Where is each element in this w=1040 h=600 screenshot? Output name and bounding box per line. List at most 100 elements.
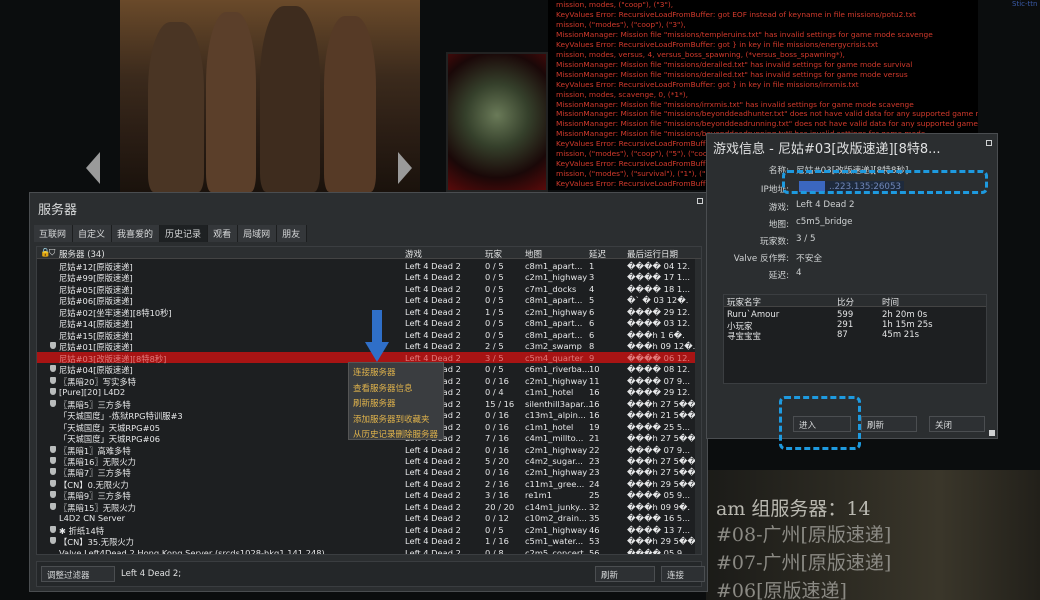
console-line: MissionManager: Mission file "missions/b… [556,109,978,119]
game-poster [120,0,420,192]
tab-1[interactable]: 自定义 [73,225,113,242]
cell-players: 7 / 16 [485,433,509,444]
cell-players: 3 / 16 [485,490,509,501]
filter-bar: 调整过滤器 Left 4 Dead 2; 刷新 连接 [36,561,705,587]
table-row[interactable]: 尼姑#05[原版速递] Left 4 Dead 20 / 5 c7m1_docks 4… [37,283,697,295]
cell-date: ���h 29 5��. [627,536,699,547]
column-last-played[interactable]: 最后运行日期 [627,248,678,260]
tab-3[interactable]: 历史记录 [160,225,209,242]
cell-date: ���� 29 12. [627,306,691,317]
pointer-arrow-icon [365,310,389,362]
cell-ping: 6 [589,306,595,317]
column-time[interactable]: 时间 [882,296,899,308]
field-label: 名称: [768,166,789,176]
cell-map: c2m1_highway [525,375,588,386]
tab-6[interactable]: 朋友 [277,225,308,242]
close-icon[interactable] [986,140,992,146]
column-ping[interactable]: 延迟 [589,248,606,260]
player-row[interactable]: Ruru`Amour 599 2h 20m 0s [724,310,986,320]
console-line: MissionManager: Mission file "missions/i… [556,99,914,109]
table-row[interactable]: 〖黑暗1〗高难多特 Left 4 Dead 20 / 16 c2m1_highway… [37,444,697,456]
column-server[interactable]: 服务器 (34) [59,248,105,260]
cell-players: 0 / 5 [485,283,504,294]
table-row[interactable]: 〖黑暗15〗无限火力 Left 4 Dead 2 20 / 20 c14m1_junk… [37,501,697,513]
tab-4[interactable]: 观看 [208,225,239,242]
cell-game: Left 4 Dead 2 [405,306,461,317]
table-row[interactable]: ✱ 折纸14特 Left 4 Dead 20 / 5 c2m1_highway 46 �… [37,524,697,536]
player-time: 2h 20m 0s [882,310,928,320]
table-row[interactable]: 尼姑#99[原版速递] Left 4 Dead 20 / 5 c2m1_highwa… [37,271,697,283]
cell-game: Left 4 Dead 2 [405,490,461,501]
field-value: 4 [796,268,802,278]
table-row[interactable]: 〖黑暗16〗无限火力 Left 4 Dead 25 / 20 c4m2_sugar.… [37,455,699,467]
close-icon[interactable] [697,198,703,204]
cell-date: ���� 06 12. [627,352,691,363]
bg-line: #08-广州[原版速递] [716,524,892,546]
cell-players: 0 / 5 [485,364,504,375]
table-row[interactable]: L4D2 CN Server Left 4 Dead 2 0 / 12 c10m2_d… [37,512,697,524]
column-map[interactable]: 地图 [525,248,542,260]
tab-0[interactable]: 互联网 [34,225,74,242]
console-line: KeyValues Error: RecursiveLoadFromBuffer… [556,39,879,49]
vac-shield-icon [50,365,56,373]
player-row[interactable]: 寻宝宝宝 87 45m 21s [724,330,986,342]
console-line: MissionManager: Mission file "missions/d… [556,69,908,79]
cell-ping: 3 [589,272,595,283]
player-header: 玩家名字 比分 时间 [724,295,986,308]
column-score[interactable]: 比分 [837,296,854,308]
table-row[interactable]: 【CN】0.无限火力 Left 4 Dead 22 / 16 c11m1_gree.… [37,478,699,490]
menu-item[interactable]: 从历史记录删除服务器 [349,425,443,441]
cell-date: ���� 03 12. [627,318,691,329]
table-row[interactable]: 〖黑暗7〗三方多特 Left 4 Dead 20 / 16 c2m1_highway… [37,466,699,478]
vac-shield-icon [50,456,56,464]
cell-game: Left 4 Dead 2 [405,547,461,555]
cell-ping: 16 [589,398,600,409]
field-label: 玩家数: [760,237,789,247]
cell-ping: 10 [589,364,600,375]
vac-shield-icon [50,445,56,453]
cell-ping: 21 [589,433,600,444]
carousel-left-icon[interactable] [86,152,100,184]
list-scrollbar[interactable] [695,259,701,554]
table-row[interactable]: 尼姑#06[原版速递] Left 4 Dead 20 / 5 c8m1_apart.… [37,294,697,306]
menu-item[interactable]: 添加服务器到收藏夹 [349,410,443,426]
cell-date: ���� 13 7... [627,524,691,535]
player-list[interactable]: 玩家名字 比分 时间 Ruru`Amour 599 2h 20m 0s 小玩家 291 1… [723,294,987,384]
cell-map: c8m1_apart... [525,318,583,329]
refresh-button[interactable]: 刷新 [595,566,655,582]
console-line: mission, ("modes"), ("coop"), ("3"), [556,19,686,29]
menu-item[interactable]: 刷新服务器 [349,394,443,410]
cell-map: c11m1_gree... [525,478,585,489]
resize-grip-icon[interactable] [989,430,995,436]
cell-ping: 24 [589,478,600,489]
connect-button[interactable]: 连接 [661,566,705,582]
menu-item[interactable]: 查看服务器信息 [349,379,443,395]
cell-game: Left 4 Dead 2 [405,329,461,340]
tab-5[interactable]: 局域网 [238,225,278,242]
column-players[interactable]: 玩家 [485,248,502,260]
refresh-button[interactable]: 刷新 [861,416,917,432]
vac-shield-icon [50,468,56,476]
carousel-right-icon[interactable] [398,152,412,184]
column-game[interactable]: 游戏 [405,248,422,260]
cell-map: re1m1 [525,490,552,501]
cell-ping: 53 [589,536,600,547]
column-player-name[interactable]: 玩家名字 [727,296,761,308]
cell-game: Left 4 Dead 2 [405,295,461,306]
table-row[interactable]: 〖黑暗9〗三方多特 Left 4 Dead 23 / 16 re1m1 25 ���� … [37,489,697,501]
table-row[interactable]: Valve Left4Dead 2 Hong Kong Server (srcd… [37,547,697,555]
menu-item[interactable]: 连接服务器 [349,363,443,379]
bottom-background: am 组服务器：14 #08-广州[原版速递] #07-广州[原版速递] #06… [706,470,1040,600]
filter-button[interactable]: 调整过滤器 [41,566,115,582]
table-row[interactable]: 尼姑#12[原版速递] Left 4 Dead 20 / 5 c8m1_apart.… [37,260,697,272]
cell-ping: 6 [589,318,595,329]
close-button[interactable]: 关闭 [929,416,985,432]
vac-shield-icon [50,537,56,545]
tab-2[interactable]: 我喜爱的 [112,225,161,242]
field-value: Left 4 Dead 2 [796,200,855,210]
player-row[interactable]: 小玩家 291 1h 15m 25s [724,320,986,332]
cell-date: ���� 16 5... [627,513,691,524]
table-row[interactable]: 【CN】35.无限火力 Left 4 Dead 21 / 16 c5m1_water… [37,535,699,547]
cell-game: Left 4 Dead 2 [405,318,461,329]
console-line: mission, modes, scavenge, 0, (*1*), [556,89,689,99]
